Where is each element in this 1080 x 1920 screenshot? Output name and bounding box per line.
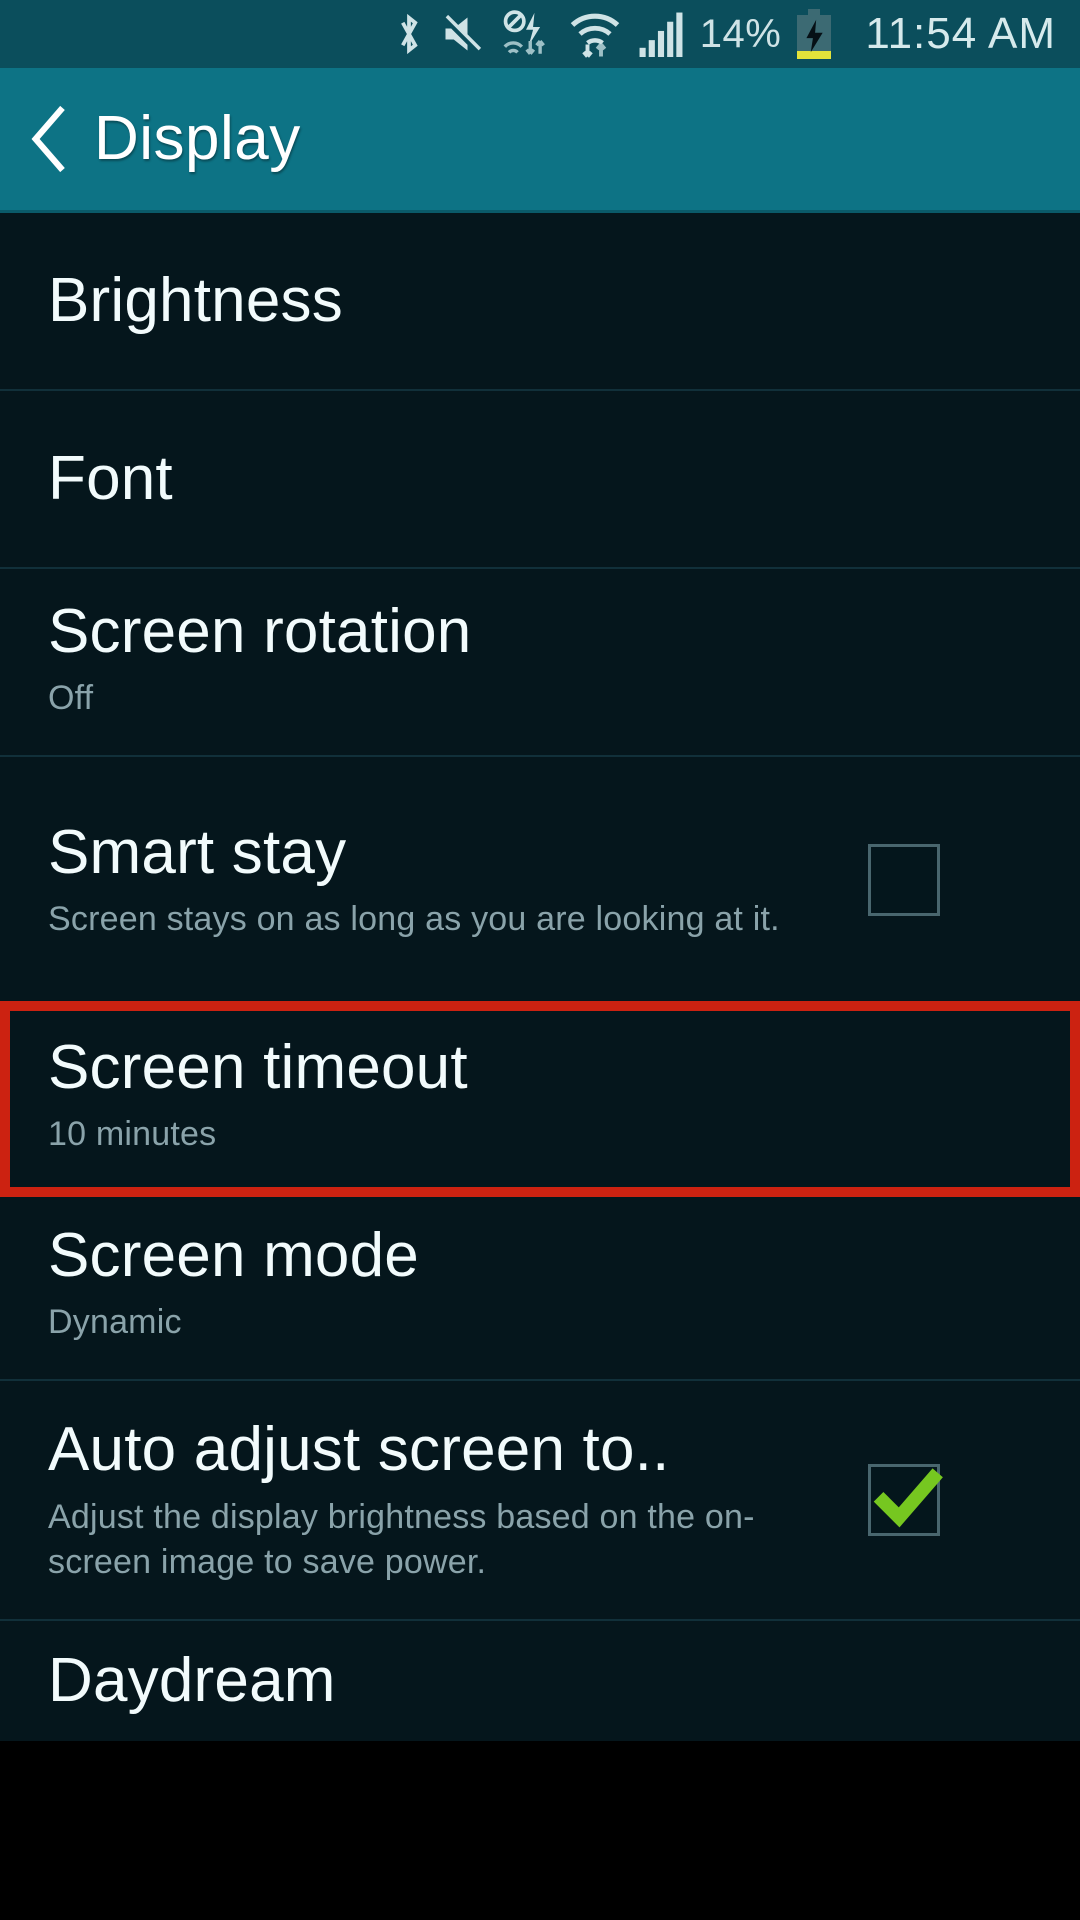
list-item-title: Screen mode [48,1221,419,1290]
list-item-smart-stay[interactable]: Smart stay Screen stays on as long as yo… [0,757,1080,1005]
wifi-icon [570,13,620,58]
list-item-subtitle: Off [48,679,94,718]
list-item-title: Smart stay [48,817,347,887]
status-bar: 14% 11:54 AM [0,0,1080,68]
sound-mute-icon [441,14,482,56]
list-item-title: Daydream [48,1646,336,1716]
list-item-title: Brightness [48,266,343,336]
list-item-brightness[interactable]: Brightness [0,213,1080,391]
bluetooth-icon [400,13,418,55]
status-bar-icons: 14% 11:54 AM [394,9,1056,59]
list-item-subtitle: 10 minutes [48,1115,217,1154]
list-item-subtitle: Adjust the display brightness based on t… [48,1497,755,1581]
action-bar: Display [0,68,1080,213]
list-item-title: Screen rotation [48,597,472,666]
battery-charging-icon [797,9,832,59]
status-bar-clock: 11:54 AM [865,9,1056,58]
list-item-subtitle: Dynamic [48,1303,182,1342]
page-title: Display [94,104,301,173]
list-item-font[interactable]: Font [0,391,1080,569]
settings-list: Brightness Font Screen rotation Off Smar… [0,213,1080,1741]
list-item-screen-mode[interactable]: Screen mode Dynamic [0,1193,1080,1381]
list-item-auto-adjust-screen[interactable]: Auto adjust screen to.. Adjust the displ… [0,1381,1080,1621]
list-item-title: Font [48,444,173,514]
signal-bars-icon [639,12,683,57]
checkmark-icon [873,1468,943,1528]
list-item-title: Screen timeout [48,1033,468,1102]
no-sim-icon [503,10,545,55]
list-item-screen-timeout[interactable]: Screen timeout 10 minutes [0,1005,1080,1193]
back-chevron-icon[interactable] [26,104,72,174]
list-item-title: Auto adjust screen to.. [48,1415,670,1485]
auto-adjust-checkbox[interactable] [868,1464,943,1536]
battery-percent-label: 14% [699,12,782,56]
smart-stay-checkbox[interactable] [868,844,940,916]
list-item-screen-rotation[interactable]: Screen rotation Off [0,569,1080,757]
list-item-daydream[interactable]: Daydream [0,1621,1080,1741]
list-item-subtitle: Screen stays on as long as you are looki… [48,900,780,939]
